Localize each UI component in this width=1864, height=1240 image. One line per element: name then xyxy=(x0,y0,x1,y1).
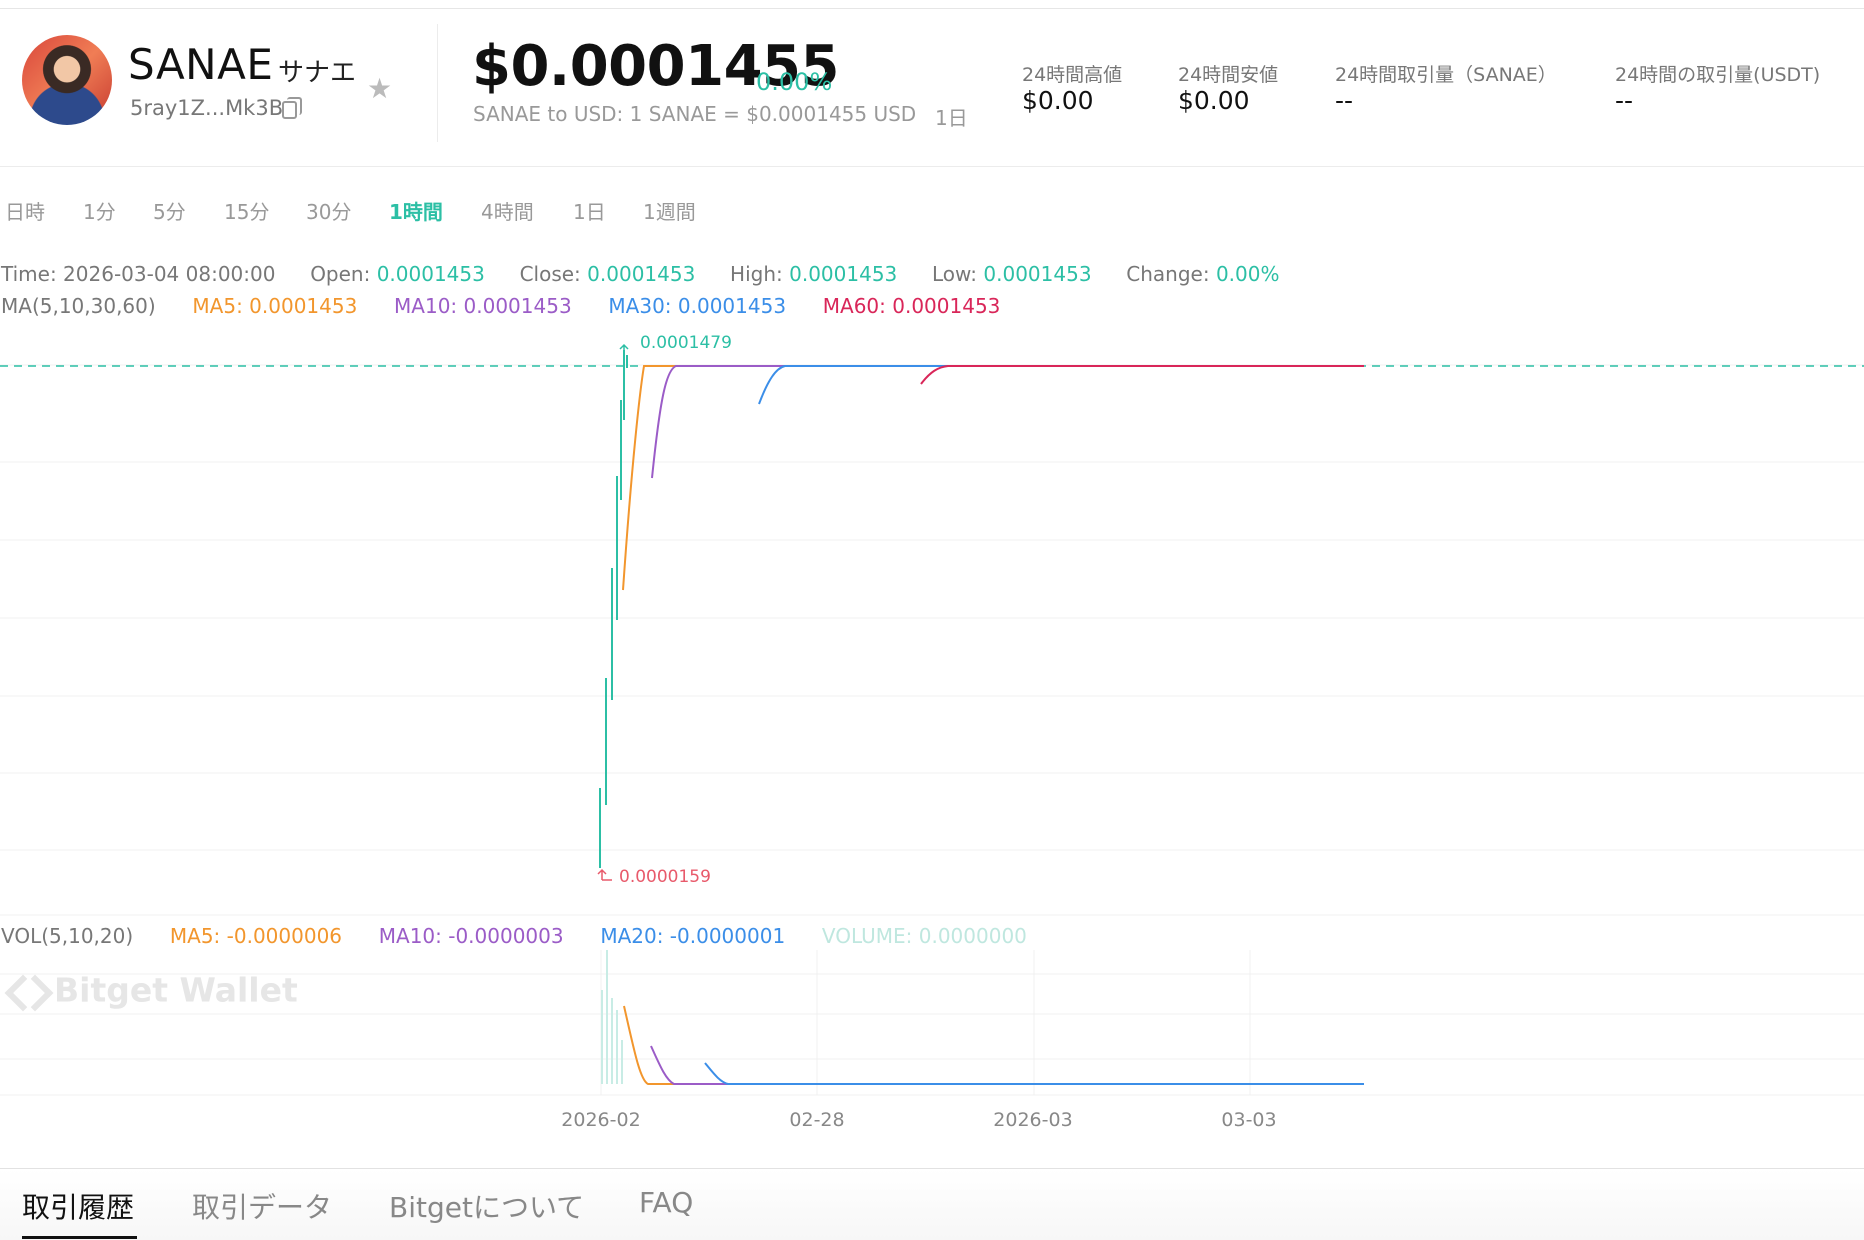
token-avatar xyxy=(22,35,112,125)
volume-bars xyxy=(601,950,623,1084)
vol-volume: VOLUME: 0.0000000 xyxy=(821,924,1027,948)
stat-volume-usdt-value: -- xyxy=(1615,86,1634,115)
ma60-line xyxy=(920,365,1364,385)
vol-title: VOL(5,10,20) xyxy=(1,924,134,948)
star-icon[interactable]: ★ xyxy=(367,72,392,105)
tab-datetime[interactable]: 日時 xyxy=(5,196,45,225)
ma30-line xyxy=(758,365,1364,405)
price-change: 0.00% xyxy=(756,68,833,96)
x-tick: 2026-02 xyxy=(561,1109,640,1131)
copy-icon[interactable] xyxy=(282,97,302,119)
stat-volume-usdt-label: 24時間の取引量(USDT) xyxy=(1615,64,1821,86)
tab-5m[interactable]: 5分 xyxy=(153,196,186,225)
ma60-value: MA60: 0.0001453 xyxy=(822,294,1001,318)
x-tick: 2026-03 xyxy=(993,1109,1072,1131)
change-value: 0.00% xyxy=(1215,262,1280,286)
close-value: 0.0001453 xyxy=(587,262,696,286)
tab-4h[interactable]: 4時間 xyxy=(481,196,534,225)
tab-trade-data[interactable]: 取引データ xyxy=(192,1186,332,1226)
max-marker: 0.0001479 xyxy=(619,333,732,355)
ma-title: MA(5,10,30,60) xyxy=(1,294,156,318)
stat-volume-token-label: 24時間取引量（SANAE） xyxy=(1335,64,1557,86)
x-axis: 2026-02 02-28 2026-03 03-03 xyxy=(561,1109,1276,1131)
open-label: Open: xyxy=(310,262,371,286)
max-marker-text: 0.0001479 xyxy=(640,333,732,353)
stat-volume-token-value: -- xyxy=(1335,86,1354,115)
stat-low-label: 24時間安値 xyxy=(1178,64,1279,86)
min-marker-text: 0.0000159 xyxy=(619,867,711,887)
tab-30m[interactable]: 30分 xyxy=(306,196,351,225)
vol-ma5-line xyxy=(623,1005,1364,1085)
open-value: 0.0001453 xyxy=(376,262,485,286)
active-tab-underline xyxy=(22,1236,137,1239)
min-marker: 0.0000159 xyxy=(597,867,711,887)
ma5-value: MA5: 0.0001453 xyxy=(192,294,358,318)
token-address: 5ray1Z...Mk3B xyxy=(130,96,284,120)
price-period: 1日 xyxy=(935,106,968,130)
high-label: High: xyxy=(730,262,783,286)
tab-15m[interactable]: 15分 xyxy=(224,196,269,225)
min-marker-arrow xyxy=(597,868,612,881)
tab-1w[interactable]: 1週間 xyxy=(643,196,696,225)
vol-ma20-line xyxy=(704,1062,1364,1085)
header-divider xyxy=(437,24,438,142)
ma5-line xyxy=(622,365,1364,591)
vol-ma5: MA5: -0.0000006 xyxy=(169,924,343,948)
vol-ma10: MA10: -0.0000003 xyxy=(378,924,564,948)
high-value: 0.0001453 xyxy=(789,262,898,286)
time-label: Time: xyxy=(1,262,57,286)
time-grid xyxy=(600,950,1251,1095)
ma10-line xyxy=(651,365,1364,479)
close-label: Close: xyxy=(519,262,581,286)
stat-high-value: $0.00 xyxy=(1022,86,1094,115)
tab-about-bitget[interactable]: Bitgetについて xyxy=(389,1186,584,1226)
token-name-jp: サナエ xyxy=(278,58,357,88)
tab-1m[interactable]: 1分 xyxy=(83,196,116,225)
time-value: 2026-03-04 08:00:00 xyxy=(63,262,276,286)
change-label: Change: xyxy=(1126,262,1210,286)
stat-low-value: $0.00 xyxy=(1178,86,1250,115)
token-name: SANAE xyxy=(128,40,274,89)
ma10-value: MA10: 0.0001453 xyxy=(394,294,572,318)
vol-ma20: MA20: -0.0000001 xyxy=(600,924,786,948)
vol-info: VOL(5,10,20) MA5: -0.0000006 MA10: -0.00… xyxy=(1,924,1027,948)
vol-ma10-line xyxy=(650,1045,1364,1085)
low-value: 0.0001453 xyxy=(983,262,1092,286)
tab-1d[interactable]: 1日 xyxy=(573,196,606,225)
bitget-logo-icon xyxy=(4,970,48,1014)
low-label: Low: xyxy=(932,262,978,286)
price-chart[interactable]: 0.0001479 0.0000159 2026-02 02-28 2026-0… xyxy=(0,0,1864,1240)
tab-1h[interactable]: 1時間 xyxy=(389,196,443,225)
tab-trade-history[interactable]: 取引履歴 xyxy=(22,1186,134,1226)
x-tick: 03-03 xyxy=(1221,1109,1276,1131)
stat-high-label: 24時間高値 xyxy=(1022,64,1123,86)
x-tick: 02-28 xyxy=(789,1109,844,1131)
ma30-value: MA30: 0.0001453 xyxy=(608,294,787,318)
ohlc-info: Time: 2026-03-04 08:00:00 Open: 0.000145… xyxy=(1,262,1279,286)
candles xyxy=(599,350,628,868)
watermark-text: Bitget Wallet xyxy=(54,970,298,1010)
max-marker-arrow xyxy=(619,343,629,355)
tab-faq[interactable]: FAQ xyxy=(639,1186,693,1219)
ma-info: MA(5,10,30,60) MA5: 0.0001453 MA10: 0.00… xyxy=(1,294,1000,318)
watermark: Bitget Wallet xyxy=(4,970,298,1014)
price-conversion: SANAE to USD: 1 SANAE = $0.0001455 USD xyxy=(473,102,917,126)
price-grid xyxy=(0,364,1864,916)
